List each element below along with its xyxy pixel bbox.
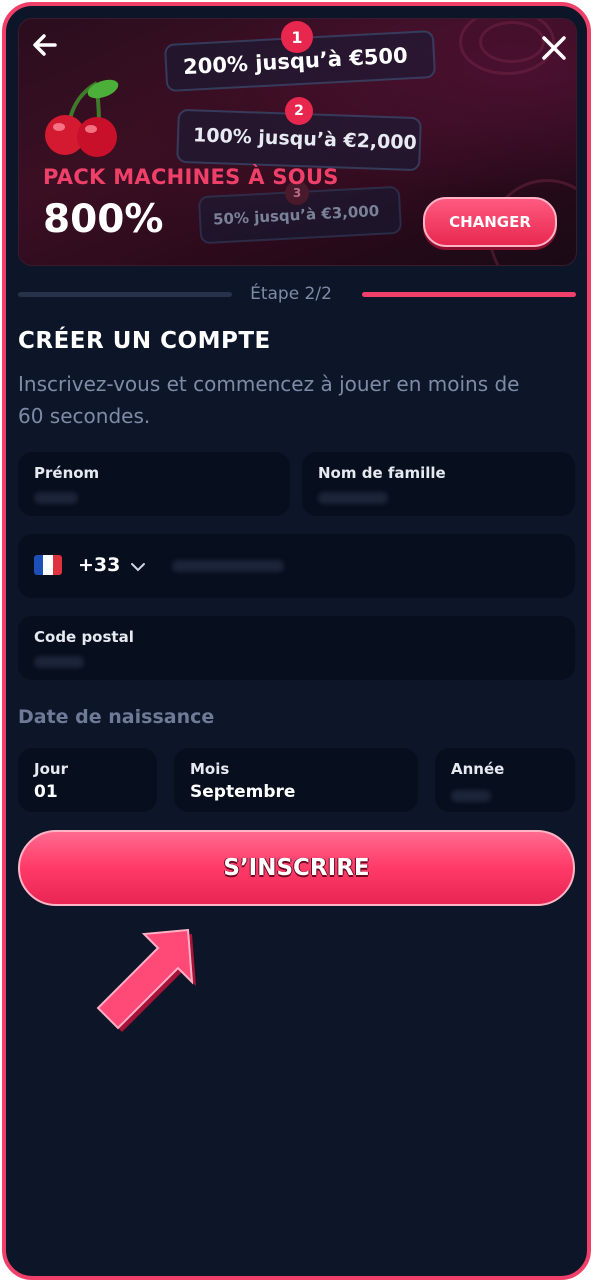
day-value: 01: [34, 782, 58, 802]
year-label: Année: [451, 760, 505, 778]
postal-code-field[interactable]: Code postal: [18, 616, 575, 680]
change-button[interactable]: CHANGER: [423, 197, 557, 247]
app-frame: 200% jusqu’à €500 1 100% jusqu’à €2,000 …: [2, 2, 591, 1280]
pack-title: PACK MACHINES À SOUS: [43, 165, 339, 189]
first-name-label: Prénom: [34, 464, 100, 482]
last-name-field[interactable]: Nom de famille: [302, 452, 575, 516]
cherries-icon: [39, 73, 123, 163]
first-name-value-redacted: [34, 492, 78, 504]
tier-label: 100% jusqu’à €2,000: [192, 124, 418, 155]
month-field[interactable]: Mois Septembre: [174, 748, 418, 812]
arrow-left-icon[interactable]: [31, 31, 59, 65]
birthdate-label: Date de naissance: [18, 706, 215, 728]
chevron-down-icon[interactable]: [130, 558, 146, 577]
phone-field[interactable]: +33: [18, 534, 575, 598]
postal-code-label: Code postal: [34, 628, 134, 646]
page-title: CRÉER UN COMPTE: [18, 328, 271, 354]
bonus-banner: 200% jusqu’à €500 1 100% jusqu’à €2,000 …: [18, 18, 577, 266]
tier-label: 50% jusqu’à €3,000: [212, 201, 380, 229]
decor-ring: [479, 21, 545, 63]
year-field[interactable]: Année: [435, 748, 575, 812]
phone-country-code[interactable]: +33: [78, 554, 120, 576]
last-name-value-redacted: [318, 492, 388, 504]
step-label: Étape 2/2: [250, 284, 332, 304]
tier-number-badge: 2: [285, 97, 313, 125]
pointer-arrow-icon: [84, 920, 204, 1044]
last-name-label: Nom de famille: [318, 464, 446, 482]
phone-number-redacted: [172, 560, 284, 572]
postal-code-value-redacted: [34, 656, 84, 668]
day-label: Jour: [34, 760, 68, 778]
france-flag-icon: [34, 555, 62, 575]
bonus-percent: 800%: [43, 197, 164, 242]
close-icon[interactable]: [541, 35, 567, 67]
month-value: Septembre: [190, 782, 296, 802]
day-field[interactable]: Jour 01: [18, 748, 157, 812]
first-name-field[interactable]: Prénom: [18, 452, 290, 516]
signup-button[interactable]: S’INSCRIRE: [18, 830, 575, 906]
month-label: Mois: [190, 760, 230, 778]
step-1-bar: [18, 292, 232, 297]
page-subtitle: Inscrivez-vous et commencez à jouer en m…: [18, 372, 520, 428]
tier-number-badge: 1: [281, 21, 313, 53]
year-value-redacted: [451, 790, 491, 802]
step-2-bar: [362, 292, 576, 297]
signup-button-label: S’INSCRIRE: [223, 855, 370, 881]
